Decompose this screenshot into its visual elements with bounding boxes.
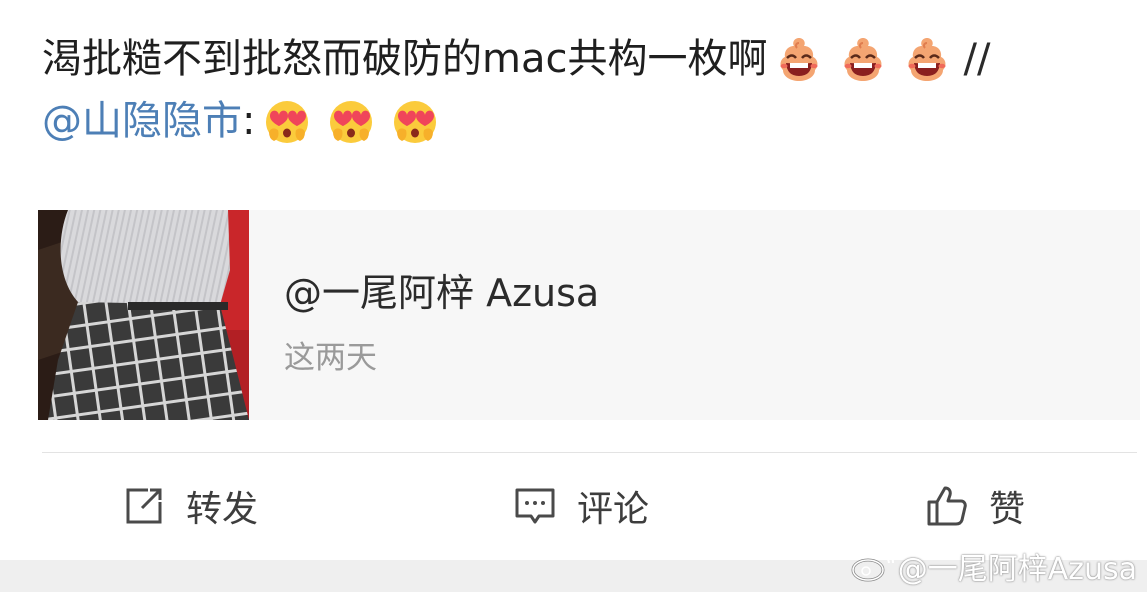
post-text: 渴批糙不到批怒而破防的mac共构一枚啊 // @山隐隐市: bbox=[42, 28, 1137, 152]
like-button[interactable]: 赞 bbox=[925, 478, 1025, 534]
divider bbox=[42, 452, 1137, 453]
comment-button[interactable]: 评论 bbox=[513, 478, 649, 534]
post-line-1: 渴批糙不到批怒而破防的mac共构一枚啊 // bbox=[42, 28, 1137, 90]
card-thumbnail bbox=[38, 210, 249, 420]
repost-separator: // bbox=[963, 36, 991, 82]
watermark-text: @一尾阿梓Azusa bbox=[897, 552, 1137, 587]
haha-emoji-icon bbox=[838, 34, 888, 84]
haha-emoji-icon bbox=[774, 34, 824, 84]
like-label: 赞 bbox=[989, 489, 1026, 530]
thumbs-up-icon bbox=[925, 484, 969, 528]
mention-colon: : bbox=[242, 98, 256, 144]
haha-emoji-icon bbox=[902, 34, 952, 84]
mention-link[interactable]: @山隐隐市 bbox=[42, 91, 242, 151]
repost-icon bbox=[122, 484, 166, 528]
card-author: @一尾阿梓 Azusa bbox=[284, 271, 600, 315]
post-line-2: @山隐隐市 : bbox=[42, 90, 1137, 152]
weibo-logo-icon bbox=[850, 549, 894, 583]
comment-icon bbox=[513, 484, 557, 528]
repost-label: 转发 bbox=[186, 489, 259, 530]
card-subtitle: 这两天 bbox=[284, 340, 377, 376]
heart-eyes-emoji-icon bbox=[326, 96, 376, 146]
comment-label: 评论 bbox=[577, 489, 650, 530]
heart-eyes-emoji-icon bbox=[390, 96, 440, 146]
repost-button[interactable]: 转发 bbox=[122, 478, 258, 534]
watermark: @一尾阿梓Azusa bbox=[850, 546, 1137, 587]
heart-eyes-emoji-icon bbox=[262, 96, 312, 146]
post-body-text: 渴批糙不到批怒而破防的mac共构一枚啊 bbox=[42, 36, 768, 82]
shared-post-card[interactable]: @一尾阿梓 Azusa 这两天 bbox=[38, 210, 1140, 420]
